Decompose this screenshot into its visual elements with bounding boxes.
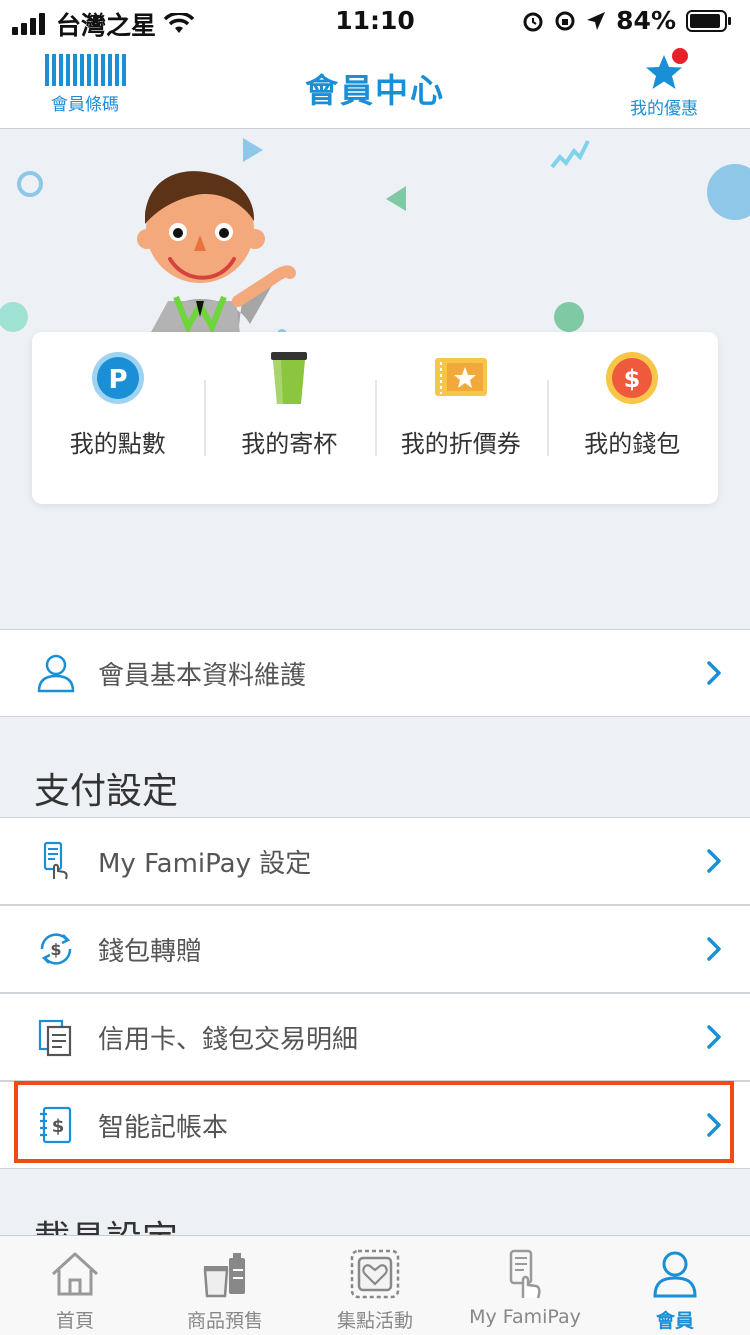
stamp-icon	[350, 1249, 400, 1299]
points-icon: P	[91, 352, 144, 404]
battery-percent: 84%	[616, 6, 676, 35]
location-arrow-icon	[587, 11, 606, 30]
battery-icon	[686, 9, 731, 32]
svg-text:$: $	[50, 940, 61, 959]
tab-famipay[interactable]: My FamiPay	[450, 1236, 600, 1335]
chevron-right-icon	[707, 661, 721, 685]
home-icon	[51, 1252, 99, 1296]
transaction-details-label: 信用卡、錢包交易明細	[98, 1024, 359, 1055]
famipay-icon	[509, 1249, 541, 1299]
svg-text:$: $	[52, 1116, 65, 1137]
my-points-label: 我的點數	[69, 430, 166, 458]
my-wallet-button[interactable]: $ 我的錢包	[546, 332, 719, 504]
member-icon	[653, 1251, 697, 1298]
smart-ledger-row[interactable]: $ 智能記帳本	[0, 1081, 750, 1169]
tab-member[interactable]: 會員	[600, 1236, 750, 1335]
my-offers-label: 我的優惠	[630, 99, 698, 119]
presale-icon	[203, 1253, 245, 1298]
member-info-row[interactable]: 會員基本資料維護	[0, 629, 750, 717]
svg-text:$: $	[624, 365, 641, 393]
svg-text:P: P	[108, 365, 127, 395]
tab-bar: 首頁 商品預售 集點活動 My FamiPay 會員	[0, 1235, 750, 1335]
my-wallet-label: 我的錢包	[584, 430, 681, 458]
tab-famipay-label: My FamiPay	[469, 1306, 581, 1328]
chevron-right-icon	[707, 937, 721, 961]
alarm-icon	[523, 12, 543, 31]
wallet-transfer-label: 錢包轉贈	[98, 936, 203, 967]
famipay-settings-label: My FamiPay 設定	[98, 848, 312, 879]
tab-presale-label: 商品預售	[186, 1310, 263, 1332]
quick-links-card: P 我的點數 我的寄杯 我的折價券 $ 我的錢包	[32, 332, 718, 504]
tab-home-label: 首頁	[55, 1310, 94, 1332]
wallet-transfer-row[interactable]: $ 錢包轉贈	[0, 905, 750, 993]
my-points-button[interactable]: P 我的點數	[32, 332, 204, 504]
tab-stamps-label: 集點活動	[336, 1310, 413, 1332]
my-offers-button[interactable]: 我的優惠	[624, 48, 704, 119]
tab-member-label: 會員	[655, 1310, 694, 1332]
ledger-icon: $	[40, 1106, 72, 1144]
transaction-details-row[interactable]: 信用卡、錢包交易明細	[0, 993, 750, 1081]
phone-tap-icon	[43, 841, 68, 880]
wallet-icon: $	[606, 352, 659, 404]
famipay-settings-row[interactable]: My FamiPay 設定	[0, 817, 750, 905]
transfer-icon: $	[40, 933, 72, 965]
rotation-lock-icon	[555, 11, 575, 30]
tab-presale[interactable]: 商品預售	[150, 1236, 300, 1335]
tab-stamps[interactable]: 集點活動	[300, 1236, 450, 1335]
tab-home[interactable]: 首頁	[0, 1236, 150, 1335]
person-icon	[37, 654, 75, 693]
status-bar: 台灣之星 11:10 84%	[0, 0, 750, 40]
chevron-right-icon	[707, 1025, 721, 1049]
coupon-icon	[434, 358, 487, 396]
chevron-right-icon	[707, 849, 721, 873]
chevron-right-icon	[707, 1113, 721, 1137]
my-cups-button[interactable]: 我的寄杯	[203, 332, 376, 504]
my-coupons-button[interactable]: 我的折價券	[375, 332, 547, 504]
cup-icon	[271, 352, 308, 404]
my-coupons-label: 我的折價券	[400, 430, 521, 458]
payment-section-title: 支付設定	[34, 771, 179, 812]
my-cups-label: 我的寄杯	[241, 430, 338, 458]
document-icon	[38, 1019, 72, 1057]
notification-dot	[672, 48, 688, 64]
smart-ledger-label: 智能記帳本	[98, 1112, 229, 1143]
nav-bar: 會員條碼 會員中心 我的優惠	[0, 40, 750, 129]
member-info-label: 會員基本資料維護	[98, 660, 307, 691]
